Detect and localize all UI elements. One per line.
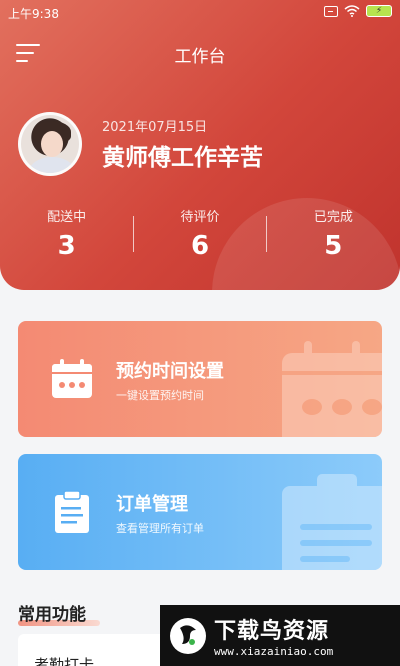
watermark-logo-icon — [170, 617, 206, 654]
stat-value: 5 — [324, 231, 343, 261]
card-subtitle: 查看管理所有订单 — [116, 522, 204, 535]
status-time: 上午9:38 — [8, 7, 59, 21]
calendar-decoration-icon — [282, 341, 382, 437]
stat-completed[interactable]: 已完成 5 — [267, 206, 400, 266]
status-icons: ⚡ — [324, 5, 392, 17]
section-title: 常用功能 — [18, 605, 86, 625]
stat-pending-review[interactable]: 待评价 6 — [133, 206, 266, 266]
status-bar: 上午9:38 ⚡ — [0, 0, 400, 26]
stat-label: 配送中 — [47, 210, 87, 225]
page-title: 工作台 — [174, 47, 226, 67]
stat-value: 3 — [57, 231, 76, 261]
header-panel: 上午9:38 ⚡ 工作台 2021年07月15日 黄师傅工作辛苦 配送中 3 待… — [0, 0, 400, 290]
stat-value: 6 — [190, 231, 210, 261]
order-management-card[interactable]: 订单管理 查看管理所有订单 — [18, 454, 382, 570]
greeting-text: 黄师傅工作辛苦 — [102, 145, 263, 171]
appointment-time-card[interactable]: 预约时间设置 一键设置预约时间 — [18, 321, 382, 437]
stat-label: 待评价 — [180, 210, 220, 225]
card-title: 订单管理 — [116, 494, 188, 515]
wifi-icon — [344, 5, 360, 17]
battery-icon: ⚡ — [366, 5, 392, 17]
watermark-url: www.xiazainiao.com — [214, 645, 334, 658]
card-subtitle: 一键设置预约时间 — [116, 389, 204, 402]
watermark-banner: 下载鸟资源 www.xiazainiao.com — [160, 605, 400, 666]
clipboard-icon — [55, 490, 89, 533]
card-title: 预约时间设置 — [116, 361, 224, 382]
stat-delivering[interactable]: 配送中 3 — [0, 206, 133, 266]
calendar-icon — [52, 359, 92, 398]
stat-label: 已完成 — [313, 210, 353, 225]
date-text: 2021年07月15日 — [102, 120, 208, 135]
watermark-title: 下载鸟资源 — [214, 619, 330, 644]
stats-row: 配送中 3 待评价 6 已完成 5 — [0, 206, 400, 266]
avatar[interactable] — [18, 112, 82, 176]
clipboard-decoration-icon — [282, 474, 382, 570]
sim-card-icon — [324, 5, 338, 17]
function-item-attendance[interactable]: 考勤打卡 — [34, 654, 94, 666]
